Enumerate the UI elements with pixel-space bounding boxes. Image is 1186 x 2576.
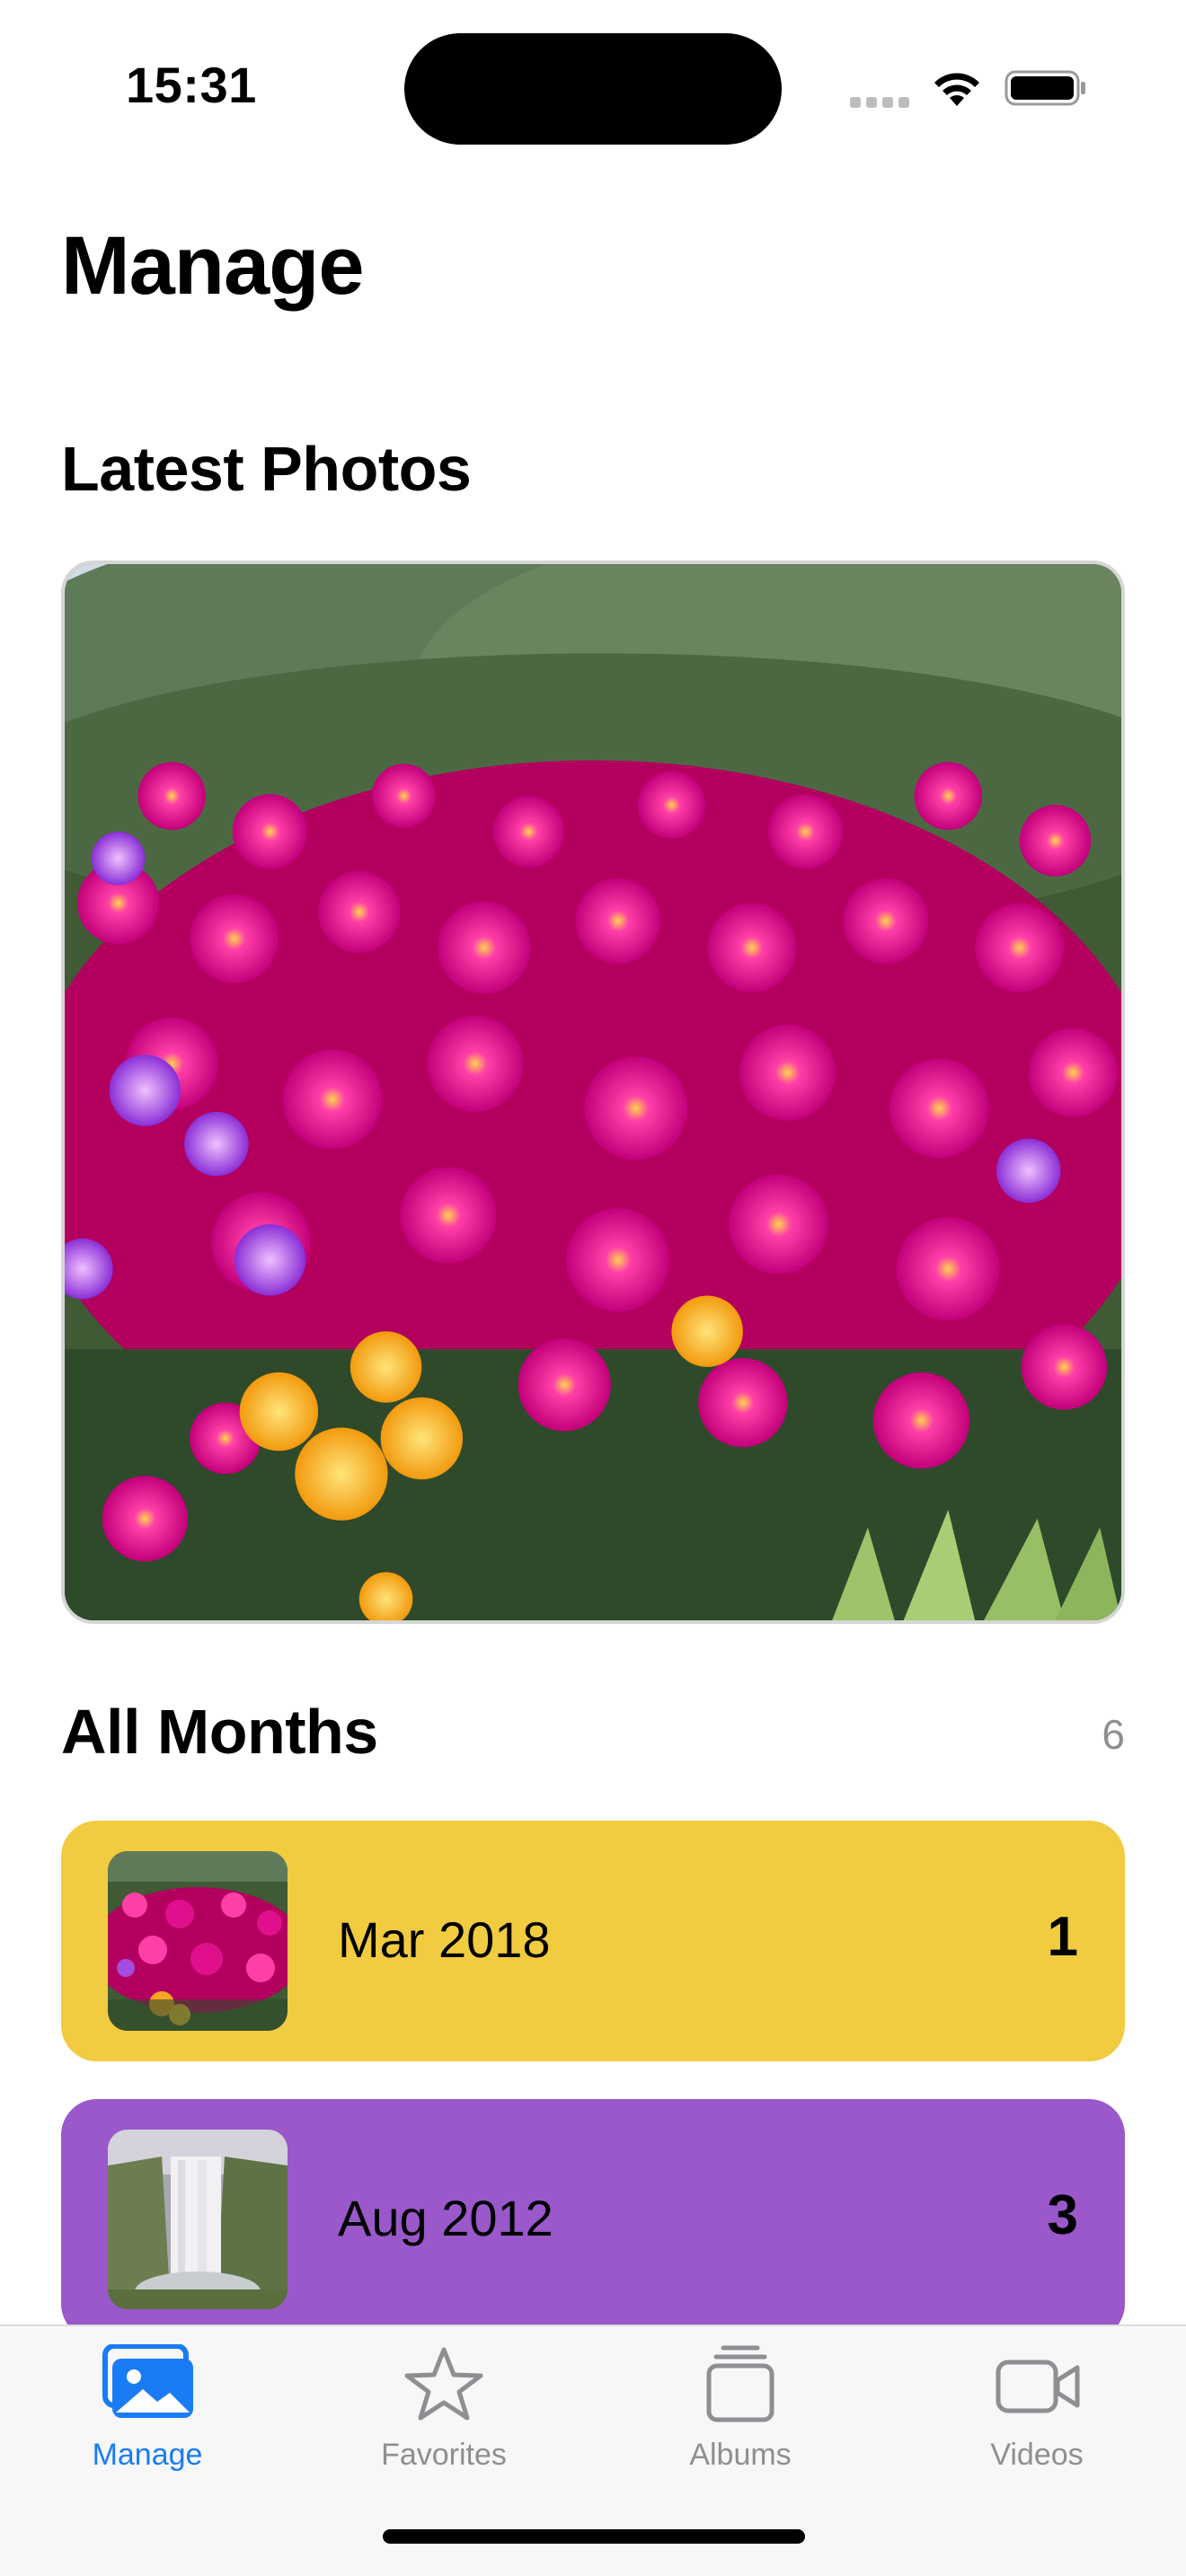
tab-label: Videos [990,2438,1084,2472]
month-row-aug-2012[interactable]: Aug 2012 3 [61,2099,1125,2340]
tab-label: Favorites [381,2438,507,2472]
month-thumbnail [108,1851,288,2031]
month-label: Aug 2012 [338,2190,553,2246]
tab-manage[interactable]: Manage [40,2344,255,2506]
manage-screen: 15:31 Manage Latest Photos All Months 6 … [0,0,1186,2576]
tab-albums[interactable]: Albums [633,2344,848,2506]
wifi-icon [934,73,979,106]
video-camera-icon [996,2360,1080,2413]
months-count: 6 [1102,1711,1125,1758]
latest-photo[interactable] [61,560,1125,1624]
albums-stack-icon [706,2345,774,2422]
photos-icon [102,2344,193,2418]
month-label: Mar 2018 [338,1911,551,1968]
month-row-mar-2018[interactable]: Mar 2018 1 [61,1821,1125,2061]
tab-favorites[interactable]: Favorites [336,2344,552,2506]
month-thumbnail [108,2130,288,2309]
battery-icon [1005,70,1085,106]
tab-label: Manage [92,2438,203,2472]
latest-photos-heading: Latest Photos [61,434,472,504]
star-icon [404,2347,483,2421]
cellular-icon [850,97,909,108]
page-title: Manage [61,220,365,312]
home-indicator[interactable] [383,2529,805,2544]
month-photo-count: 3 [1047,2184,1078,2246]
dynamic-island [404,33,782,145]
all-months-heading: All Months [61,1697,378,1767]
tab-label: Albums [689,2438,792,2472]
month-photo-count: 1 [1047,1906,1078,1968]
status-time: 15:31 [126,57,257,113]
tab-videos[interactable]: Videos [929,2344,1145,2506]
